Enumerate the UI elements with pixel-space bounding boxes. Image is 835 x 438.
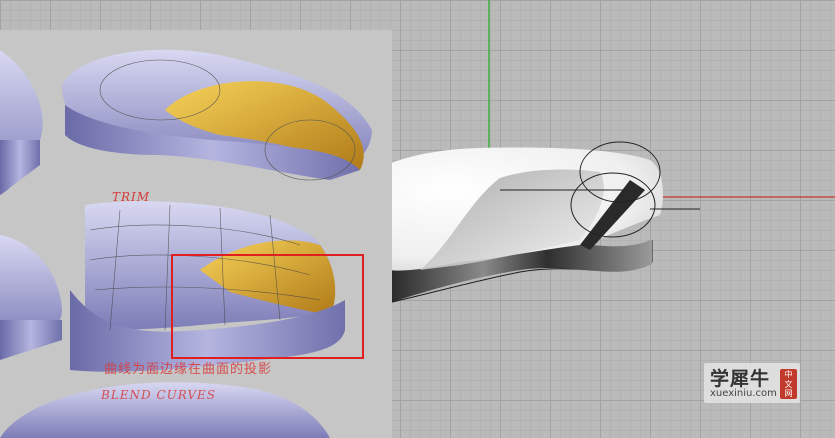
watermark-badge: 中 文 网	[780, 369, 797, 399]
projection-note-label: 曲线为面边缘在曲面的投影	[104, 362, 273, 377]
badge-char-3: 网	[784, 389, 793, 398]
watermark-url: xuexiniu.com	[710, 388, 777, 399]
reference-image-panel: TRIM 曲线为面边缘在曲面的投影 BLEND CURVES	[0, 30, 392, 438]
site-watermark[interactable]: 学犀牛 xuexiniu.com 中 文 网	[704, 363, 800, 403]
watermark-logo-text: 学犀牛	[710, 368, 771, 390]
trim-label: TRIM	[112, 190, 151, 204]
badge-char-1: 中	[784, 370, 793, 379]
blend-curves-label: BLEND CURVES	[101, 388, 217, 402]
red-selection-box	[171, 254, 364, 359]
badge-char-2: 文	[784, 379, 793, 389]
